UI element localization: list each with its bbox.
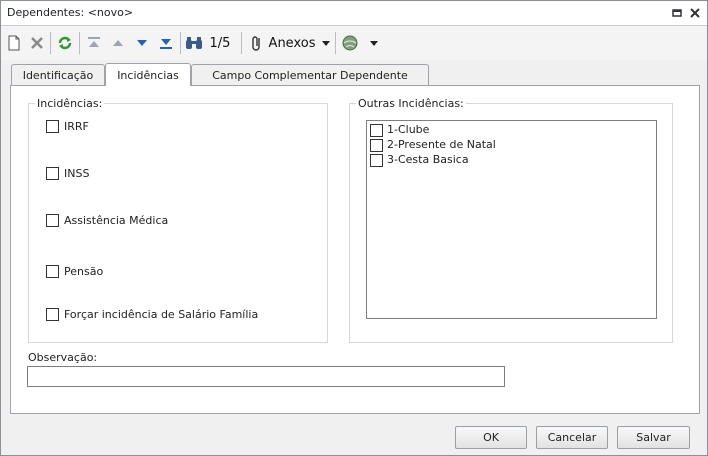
dropdown-arrow-icon[interactable] <box>367 33 381 53</box>
assistencia-medica-checkbox[interactable] <box>46 214 59 227</box>
tab-label: Identificação <box>22 68 94 82</box>
next-record-icon[interactable] <box>132 33 152 53</box>
globe-icon[interactable] <box>339 33 361 53</box>
record-counter: 1/5 <box>209 35 231 51</box>
dialog-window: Dependentes: <novo> 1/5 Anexos Identific… <box>0 0 708 456</box>
previous-record-icon[interactable] <box>108 33 128 53</box>
close-icon[interactable] <box>687 5 703 21</box>
toolbar-separator <box>50 32 51 54</box>
irrf-checkbox[interactable] <box>46 120 59 133</box>
clube-checkbox[interactable] <box>370 124 383 137</box>
toolbar-separator <box>180 32 181 54</box>
tab-incidencias[interactable]: Incidências <box>105 63 191 86</box>
toolbar-separator <box>241 32 242 54</box>
tab-label: Incidências <box>117 68 179 82</box>
incidencias-group-label: Incidências: <box>35 97 105 110</box>
binoculars-icon[interactable] <box>184 33 204 53</box>
anexos-button[interactable]: Anexos <box>269 33 316 53</box>
delete-x-icon[interactable] <box>28 33 46 53</box>
toolbar-separator <box>335 32 336 54</box>
cancel-button[interactable]: Cancelar <box>536 426 608 449</box>
save-button[interactable]: Salvar <box>617 426 690 449</box>
cesta-basica-checkbox[interactable] <box>370 154 383 167</box>
window-title: Dependentes: <novo> <box>7 6 134 19</box>
dropdown-arrow-icon[interactable] <box>319 33 333 53</box>
inss-checkbox[interactable] <box>46 167 59 180</box>
pensao-label: Pensão <box>64 265 104 278</box>
last-record-icon[interactable] <box>156 33 176 53</box>
paperclip-icon[interactable] <box>248 33 266 53</box>
pensao-checkbox[interactable] <box>46 265 59 278</box>
new-document-icon[interactable] <box>5 33 23 53</box>
restore-icon[interactable] <box>669 5 685 21</box>
refresh-icon[interactable] <box>55 33 75 53</box>
title-bar: Dependentes: <novo> <box>1 1 707 26</box>
observacao-label: Observação: <box>28 351 98 364</box>
ok-button-label: OK <box>483 431 499 444</box>
tab-identificacao[interactable]: Identificação <box>11 64 105 85</box>
first-record-icon[interactable] <box>84 33 104 53</box>
salario-familia-checkbox[interactable] <box>46 308 59 321</box>
list-item: 1-Clube <box>387 123 430 136</box>
observacao-field[interactable] <box>27 366 505 387</box>
tab-label: Campo Complementar Dependente <box>212 68 408 82</box>
save-button-label: Salvar <box>636 431 671 444</box>
cancel-button-label: Cancelar <box>547 431 597 444</box>
list-item: 3-Cesta Basica <box>387 153 469 166</box>
toolbar: 1/5 Anexos <box>1 26 707 60</box>
outras-incidencias-label: Outras Incidências: <box>356 97 466 110</box>
tab-panel: Incidências: IRRF INSS Assistência Médic… <box>10 85 700 414</box>
assistencia-medica-label: Assistência Médica <box>64 214 169 227</box>
list-item: 2-Presente de Natal <box>387 138 496 151</box>
presente-natal-checkbox[interactable] <box>370 139 383 152</box>
outras-incidencias-list[interactable]: 1-Clube 2-Presente de Natal 3-Cesta Basi… <box>366 120 657 319</box>
inss-label: INSS <box>64 167 90 180</box>
irrf-label: IRRF <box>64 120 89 133</box>
toolbar-separator <box>79 32 80 54</box>
ok-button[interactable]: OK <box>455 426 527 449</box>
tab-campo-complementar[interactable]: Campo Complementar Dependente <box>191 64 429 85</box>
salario-familia-label: Forçar incidência de Salário Família <box>64 308 259 321</box>
